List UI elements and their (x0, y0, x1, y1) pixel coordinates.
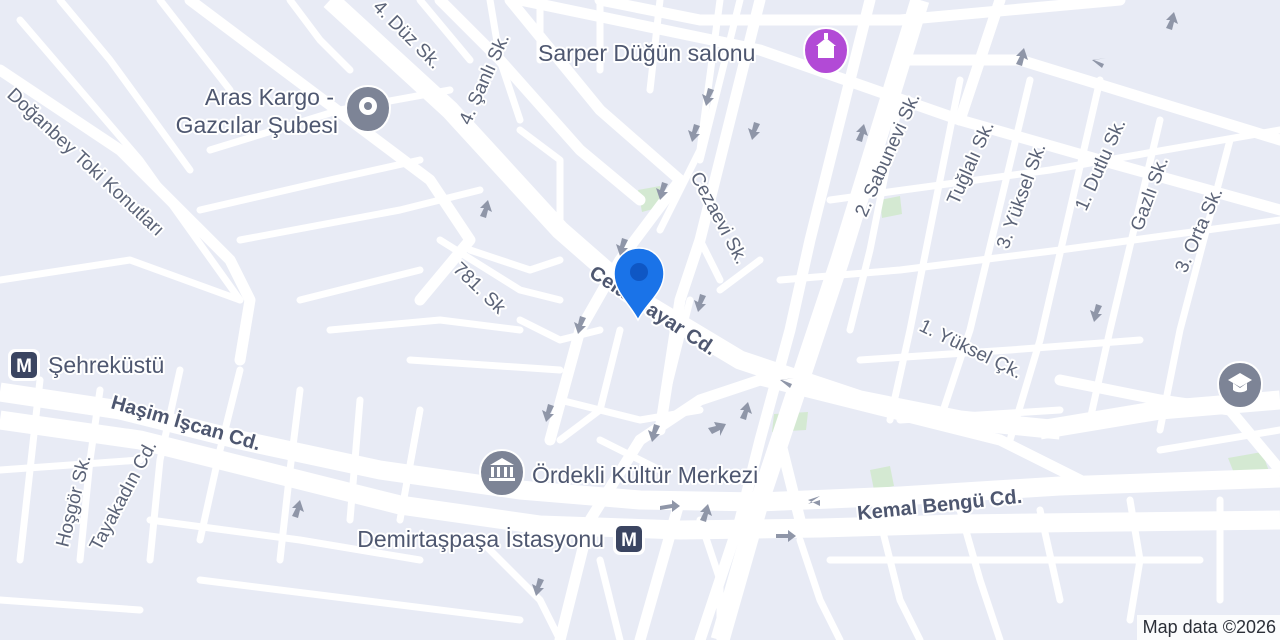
school-icon (1216, 360, 1264, 410)
poi-label-sarper: Sarper Düğün salonu (538, 40, 755, 66)
metro-letter: M (621, 530, 637, 551)
poi-label-sehrekustu: Şehreküstü (48, 352, 164, 378)
poi-school[interactable] (1216, 360, 1264, 410)
poi-label-ordekli: Ördekli Kültür Merkezi (532, 462, 758, 488)
place-icon (344, 84, 392, 134)
poi-label-demirtas: Demirtaşpaşa İstasyonu (357, 526, 604, 552)
wedding-hall-icon (802, 26, 850, 76)
poi-demirtas[interactable]: Demirtaşpaşa İstasyonu M (355, 523, 645, 555)
poi-label-aras-line2: Gazcılar Şubesi (176, 112, 338, 138)
map-canvas[interactable]: 4. Düz Sk. 4. Şanlı Sk. Doğanbey Toki Ko… (0, 0, 1280, 640)
poi-label-aras-line1: Aras Kargo - (205, 84, 334, 110)
metro-letter: M (16, 356, 32, 377)
map-attribution[interactable]: Map data ©2026 (1136, 615, 1280, 640)
poi-sehrekustu[interactable]: M Şehreküstü (8, 349, 166, 381)
metro-icon: M (8, 349, 40, 381)
pin-center-dot (630, 263, 648, 281)
metro-icon: M (613, 523, 645, 555)
museum-icon (478, 448, 526, 498)
